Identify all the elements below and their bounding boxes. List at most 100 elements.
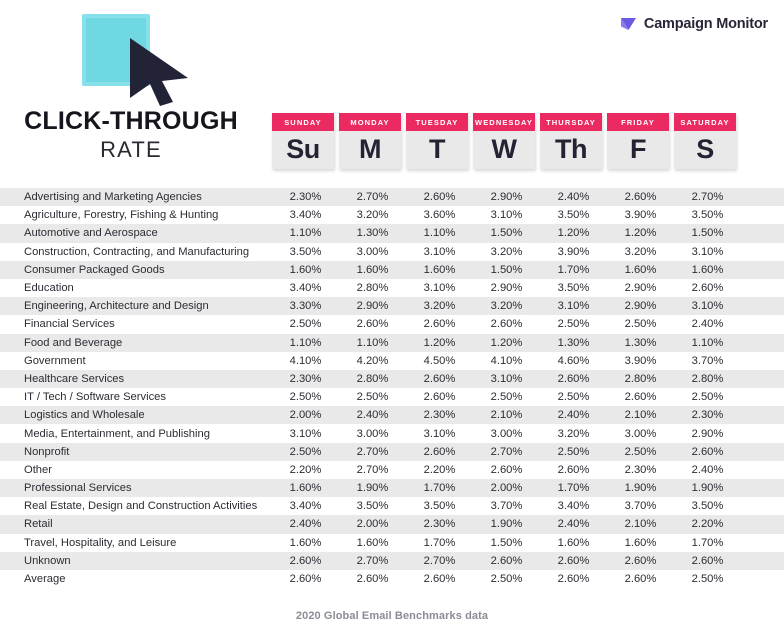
rate-cell: 3.20% — [490, 300, 523, 313]
rate-cell: 2.70% — [356, 463, 389, 476]
rate-cell: 2.40% — [557, 518, 590, 531]
mouse-cursor-icon — [126, 36, 198, 111]
rate-cell: 2.60% — [691, 554, 724, 567]
rate-cell: 2.60% — [557, 554, 590, 567]
rate-cell: 3.10% — [490, 372, 523, 385]
rate-cell: 2.40% — [356, 409, 389, 422]
rate-cell: 2.60% — [691, 445, 724, 458]
rate-cell: 3.00% — [356, 427, 389, 440]
rate-cell: 4.60% — [557, 354, 590, 367]
day-column-header-thursday: THURSDAY Th — [540, 113, 602, 169]
rate-cell: 1.10% — [423, 227, 456, 240]
rate-cell: 1.90% — [356, 482, 389, 495]
row-industry-label: Engineering, Architecture and Design — [24, 300, 209, 313]
rate-cell: 2.10% — [624, 409, 657, 422]
table-row: Nonprofit 2.50% 2.70% 2.60% 2.70% 2.50% 2.50% 2… — [0, 442, 784, 461]
table-row: Real Estate, Design and Construction Act… — [0, 497, 784, 515]
row-industry-label: Consumer Packaged Goods — [24, 263, 165, 276]
campaign-monitor-logo-icon — [620, 17, 637, 31]
rate-cell: 1.20% — [423, 336, 456, 349]
rate-cell: 2.10% — [490, 409, 523, 422]
benchmark-table: Advertising and Marketing Agencies 2.30% 2… — [0, 188, 784, 588]
rate-cell: 2.30% — [289, 372, 322, 385]
row-industry-label: Government — [24, 354, 86, 367]
rate-cell: 1.30% — [557, 336, 590, 349]
table-row: Other 2.20% 2.70% 2.20% 2.60% 2.60% 2.30% 2.40% — [0, 461, 784, 479]
day-abbr-name: W — [473, 131, 535, 169]
rate-cell: 2.60% — [624, 391, 657, 404]
rate-cell: 2.40% — [557, 409, 590, 422]
table-row: Retail 2.40% 2.00% 2.30% 1.90% 2.40% 2.10% 2.20… — [0, 515, 784, 534]
rate-cell: 2.60% — [624, 573, 657, 586]
rate-cell: 2.40% — [557, 191, 590, 204]
rate-cell: 1.70% — [423, 536, 456, 549]
rate-cell: 2.60% — [423, 573, 456, 586]
rate-cell: 3.40% — [289, 282, 322, 295]
header: Campaign Monitor CLICK-THROUGH RATE SUND… — [0, 0, 784, 186]
rate-cell: 2.60% — [356, 318, 389, 331]
table-row: Media, Entertainment, and Publishing 3.10… — [0, 424, 784, 442]
rate-cell: 2.50% — [356, 391, 389, 404]
table-row: Advertising and Marketing Agencies 2.30% 2… — [0, 188, 784, 207]
rate-cell: 3.50% — [691, 500, 724, 513]
row-industry-label: Construction, Contracting, and Manufactu… — [24, 245, 250, 258]
rate-cell: 2.20% — [289, 463, 322, 476]
rate-cell: 1.60% — [356, 263, 389, 276]
rate-cell: 1.50% — [490, 227, 523, 240]
rate-cell: 2.50% — [289, 318, 322, 331]
title-line-2: RATE — [100, 137, 162, 163]
rate-cell: 3.20% — [356, 209, 389, 222]
rate-cell: 3.20% — [557, 427, 590, 440]
rate-cell: 2.40% — [691, 318, 724, 331]
rate-cell: 2.60% — [557, 372, 590, 385]
table-row: Education 3.40% 2.80% 3.10% 2.90% 3.50% 2.90% 2… — [0, 279, 784, 297]
rate-cell: 2.70% — [490, 445, 523, 458]
rate-cell: 3.40% — [289, 500, 322, 513]
day-column-header-saturday: SATURDAY S — [674, 113, 736, 169]
day-abbr-name: F — [607, 131, 669, 169]
rate-cell: 3.50% — [356, 500, 389, 513]
rate-cell: 2.90% — [356, 300, 389, 313]
rate-cell: 3.20% — [423, 300, 456, 313]
rate-cell: 2.70% — [356, 445, 389, 458]
table-row: Food and Beverage 1.10% 1.10% 1.20% 1.20% 1.3… — [0, 333, 784, 352]
table-row: Agriculture, Forestry, Fishing & Hunting… — [0, 206, 784, 224]
rate-cell: 1.60% — [691, 263, 724, 276]
rate-cell: 2.60% — [423, 445, 456, 458]
day-abbr-name: S — [674, 131, 736, 169]
rate-cell: 2.60% — [557, 463, 590, 476]
rate-cell: 2.50% — [557, 445, 590, 458]
rate-cell: 1.20% — [624, 227, 657, 240]
title-line-1: CLICK-THROUGH — [24, 107, 238, 135]
table-row: Engineering, Architecture and Design 3.30… — [0, 297, 784, 316]
brand-logo: Campaign Monitor — [620, 16, 768, 32]
rate-cell: 1.60% — [624, 263, 657, 276]
day-column-header-friday: FRIDAY F — [607, 113, 669, 169]
rate-cell: 1.60% — [423, 263, 456, 276]
day-abbr-name: Su — [272, 131, 334, 169]
rate-cell: 3.50% — [289, 245, 322, 258]
rate-cell: 1.70% — [557, 482, 590, 495]
rate-cell: 1.60% — [624, 536, 657, 549]
rate-cell: 2.70% — [356, 191, 389, 204]
rate-cell: 2.80% — [624, 372, 657, 385]
rate-cell: 1.60% — [289, 263, 322, 276]
table-row: Healthcare Services 2.30% 2.80% 2.60% 3.10% 2… — [0, 369, 784, 389]
rate-cell: 2.60% — [490, 463, 523, 476]
rate-cell: 2.60% — [289, 573, 322, 586]
rate-cell: 2.60% — [423, 318, 456, 331]
rate-cell: 2.70% — [423, 554, 456, 567]
rate-cell: 3.40% — [557, 500, 590, 513]
rate-cell: 2.30% — [423, 518, 456, 531]
rate-cell: 1.60% — [356, 536, 389, 549]
day-full-name: TUESDAY — [406, 113, 468, 131]
rate-cell: 2.70% — [691, 191, 724, 204]
rate-cell: 3.10% — [490, 209, 523, 222]
rate-cell: 2.80% — [356, 372, 389, 385]
row-industry-label: Average — [24, 573, 66, 586]
row-industry-label: Education — [24, 282, 74, 295]
rate-cell: 2.50% — [490, 391, 523, 404]
rate-cell: 3.10% — [691, 300, 724, 313]
table-row: Construction, Contracting, and Manufactu… — [0, 243, 784, 261]
day-column-header-monday: MONDAY M — [339, 113, 401, 169]
